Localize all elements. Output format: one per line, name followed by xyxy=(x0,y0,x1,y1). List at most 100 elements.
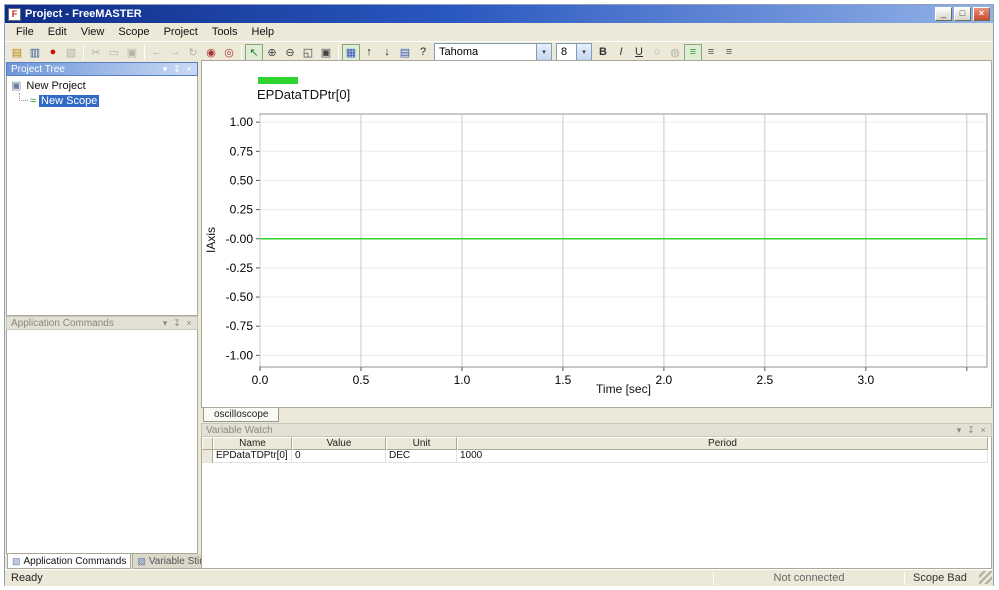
svg-text:1.00: 1.00 xyxy=(230,115,254,129)
size-combo-value: 8 xyxy=(561,46,568,58)
scope-chart[interactable]: 1.00 0.75 0.50 0.25 -0.00 -0.25 -0.50 -0.75 -1.0… xyxy=(202,61,991,407)
watch-cell-unit[interactable]: DEC xyxy=(386,450,457,463)
panel-tab-icon: ▧ xyxy=(137,555,146,566)
watch-cell-name[interactable]: EPDataTDPtr[0] xyxy=(213,450,292,463)
cut-icon: ✂ xyxy=(91,46,101,59)
menu-scope[interactable]: Scope xyxy=(111,24,156,40)
svg-text:-0.75: -0.75 xyxy=(226,319,254,333)
chevron-down-icon[interactable]: ▾ xyxy=(576,44,591,60)
close-icon[interactable]: × xyxy=(183,63,195,75)
move-down-icon[interactable]: ↓ xyxy=(378,44,396,61)
move-up-icon[interactable]: ↑ xyxy=(360,44,378,61)
grid-icon[interactable]: ▦ xyxy=(342,43,360,61)
pin-icon[interactable]: ↧ xyxy=(171,63,183,75)
window-controls: _ □ × xyxy=(935,7,990,21)
menu-project[interactable]: Project xyxy=(157,24,205,40)
resize-grip[interactable] xyxy=(979,571,992,584)
pin-icon[interactable]: ↧ xyxy=(171,317,183,329)
freemaster-window: F Project - FreeMASTER _ □ × File Edit Vie… xyxy=(4,4,994,586)
properties-icon[interactable]: ▤ xyxy=(396,44,414,61)
watch-cell-value[interactable]: 0 xyxy=(292,450,386,463)
align-right-icon[interactable]: ≡ xyxy=(720,44,738,61)
chart-title: EPDataTDPtr[0] xyxy=(257,87,351,102)
tree-item-new-project[interactable]: ▣ New Project xyxy=(7,78,197,93)
font-combo[interactable]: Tahoma ▾ xyxy=(434,43,552,61)
underline-button[interactable]: U xyxy=(630,44,648,61)
project-tree: ▣ New Project ≈ New Scope xyxy=(6,76,198,316)
toolbar-separator xyxy=(241,44,242,60)
panel-tab-icon: ▧ xyxy=(12,555,21,566)
chevron-down-icon[interactable]: ▾ xyxy=(536,44,551,60)
svg-text:-0.25: -0.25 xyxy=(226,261,254,275)
menu-help[interactable]: Help xyxy=(245,24,282,40)
variable-watch-table: Name Value Unit Period EPDataTDPtr[0] 0 DEC 100… xyxy=(202,437,991,463)
back-icon: ← xyxy=(151,46,163,58)
paste-icon: ▣ xyxy=(126,46,138,59)
zoom-fit-icon[interactable]: ◱ xyxy=(299,44,317,61)
toolbar-separator xyxy=(338,44,339,60)
dock-tab-application-commands[interactable]: ▧ Application Commands xyxy=(7,554,132,569)
context-help-icon[interactable]: ? xyxy=(414,44,432,61)
left-dock-tabs: ▧ Application Commands ▧ Variable Stimulus xyxy=(6,554,231,569)
save-project-icon[interactable]: ▥ xyxy=(26,44,44,61)
menu-tools[interactable]: Tools xyxy=(205,24,245,40)
close-icon[interactable]: × xyxy=(977,424,989,436)
window-title: Project - FreeMASTER xyxy=(25,8,142,20)
tree-item-label: New Project xyxy=(26,79,86,92)
chevron-down-icon[interactable]: ▾ xyxy=(953,424,965,436)
tab-oscilloscope[interactable]: oscilloscope xyxy=(203,408,280,422)
title-bar[interactable]: F Project - FreeMASTER _ □ × xyxy=(5,5,993,23)
column-header-period[interactable]: Period xyxy=(457,437,988,450)
svg-text:-0.50: -0.50 xyxy=(226,290,254,304)
size-combo[interactable]: 8 ▾ xyxy=(556,43,592,61)
variable-watch-header[interactable]: Variable Watch ▾ ↧ × xyxy=(201,423,992,437)
chevron-down-icon[interactable]: ▾ xyxy=(159,317,171,329)
refresh-icon: ↻ xyxy=(188,46,198,59)
zoom-in-icon[interactable]: ⊕ xyxy=(263,44,281,61)
cursor-tool-icon[interactable]: ↖ xyxy=(245,43,263,61)
minimize-button[interactable]: _ xyxy=(935,7,952,21)
numbered-list-icon: ◍ xyxy=(670,46,680,59)
align-center-icon[interactable]: ≡ xyxy=(702,44,720,61)
variable-watch-panel: Name Value Unit Period EPDataTDPtr[0] 0 DEC 100… xyxy=(201,437,992,569)
project-icon: ▣ xyxy=(11,80,22,92)
watch-cell-period[interactable]: 1000 xyxy=(457,450,988,463)
close-icon[interactable]: × xyxy=(183,317,195,329)
watch-row[interactable]: EPDataTDPtr[0] 0 DEC 1000 xyxy=(202,450,991,463)
project-tree-header[interactable]: Project Tree ▾ ↧ × xyxy=(6,62,198,76)
toolbar-separator xyxy=(83,44,84,60)
italic-button[interactable]: I xyxy=(612,44,630,61)
bold-button[interactable]: B xyxy=(594,44,612,61)
options-icon: ▧ xyxy=(65,46,77,59)
tree-item-new-scope[interactable]: ≈ New Scope xyxy=(7,93,197,108)
open-project-icon[interactable]: ▤ xyxy=(8,44,26,61)
tree-item-label: New Scope xyxy=(39,94,100,107)
column-header-name[interactable]: Name xyxy=(213,437,292,450)
row-selector-gutter xyxy=(202,437,213,450)
toolbar: ▤ ▥ ● ▧ ✂ ▭ ▣ ← → ↻ ◉ ◎ ↖ ⊕ ⊖ ◱ ▣ ▦ ↑ ↓ ▤? Tahoma ▾ 8 ▾ B I U ○ ◍ ≡ ≡ ≡ xyxy=(5,41,993,62)
menu-view[interactable]: View xyxy=(74,24,112,40)
application-commands-header[interactable]: Application Commands ▾ ↧ × xyxy=(6,316,198,330)
zoom-out-icon[interactable]: ⊖ xyxy=(281,44,299,61)
close-button[interactable]: × xyxy=(973,7,990,21)
pin-variables-icon[interactable]: ◎ xyxy=(220,44,238,61)
column-header-unit[interactable]: Unit xyxy=(386,437,457,450)
record-icon[interactable]: ◉ xyxy=(202,44,220,61)
variable-watch-title: Variable Watch xyxy=(206,424,273,436)
column-header-value[interactable]: Value xyxy=(292,437,386,450)
tree-connector xyxy=(19,93,28,101)
menu-bar: File Edit View Scope Project Tools Help xyxy=(5,23,993,41)
project-tree-title: Project Tree xyxy=(11,63,65,75)
pin-icon[interactable]: ↧ xyxy=(965,424,977,436)
status-ready: Ready xyxy=(11,572,43,584)
maximize-button[interactable]: □ xyxy=(954,7,971,21)
row-selector[interactable] xyxy=(202,450,213,463)
stop-communication-icon[interactable]: ● xyxy=(44,44,62,61)
copy-image-icon[interactable]: ▣ xyxy=(317,44,335,61)
menu-file[interactable]: File xyxy=(9,24,41,40)
y-axis-label: IAxis xyxy=(204,227,218,254)
chevron-down-icon[interactable]: ▾ xyxy=(159,63,171,75)
bullet-list-icon: ○ xyxy=(653,46,661,58)
menu-edit[interactable]: Edit xyxy=(41,24,74,40)
align-left-icon[interactable]: ≡ xyxy=(684,43,702,61)
